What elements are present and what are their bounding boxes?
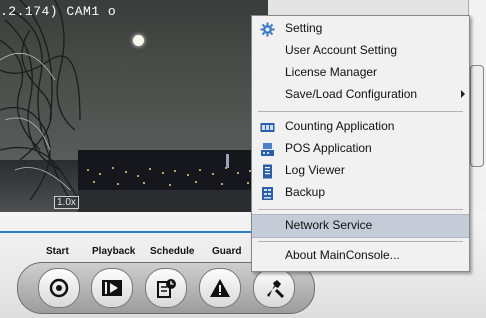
menu-item-pos[interactable]: POS Application bbox=[252, 138, 469, 160]
menu-item-counting[interactable]: Counting Application bbox=[252, 116, 469, 138]
menu-label-setting: Setting bbox=[285, 21, 323, 35]
accent-line bbox=[0, 231, 262, 233]
menu-item-save-load[interactable]: Save/Load Configuration bbox=[252, 84, 469, 106]
playback-label: Playback bbox=[92, 246, 136, 257]
menu-separator bbox=[258, 241, 463, 242]
menu-item-user-account[interactable]: User Account Setting bbox=[252, 40, 469, 62]
schedule-icon bbox=[157, 279, 176, 298]
gear-icon bbox=[260, 22, 275, 37]
menu-label-network-service: Network Service bbox=[285, 218, 373, 232]
menu-label-license: License Manager bbox=[285, 65, 378, 79]
zoom-level: 1.0x bbox=[54, 196, 79, 209]
menu-label-log-viewer: Log Viewer bbox=[285, 163, 345, 177]
city-skyline bbox=[78, 150, 268, 212]
camera-view[interactable]: .2.174) CAM1 o 1.0x bbox=[0, 0, 268, 212]
moon bbox=[133, 35, 144, 46]
menu-item-backup[interactable]: Backup bbox=[252, 182, 469, 204]
playback-icon bbox=[102, 280, 122, 296]
guard-button[interactable] bbox=[199, 268, 241, 308]
guard-label: Guard bbox=[212, 246, 242, 257]
guard-icon bbox=[210, 279, 230, 297]
start-button[interactable] bbox=[38, 268, 80, 308]
menu-label-user-account: User Account Setting bbox=[285, 43, 398, 57]
menu-label-about: About MainConsole... bbox=[285, 248, 400, 262]
playback-button[interactable] bbox=[91, 268, 133, 308]
menu-item-network-service[interactable]: Network Service bbox=[252, 214, 469, 238]
menu-separator bbox=[258, 111, 463, 112]
context-menu: Setting User Account Setting License Man… bbox=[251, 15, 470, 272]
menu-separator bbox=[258, 209, 463, 210]
menu-label-save-load: Save/Load Configuration bbox=[285, 87, 418, 101]
side-panel-handle[interactable] bbox=[470, 65, 484, 167]
schedule-button[interactable] bbox=[145, 268, 187, 308]
menu-item-setting[interactable]: Setting bbox=[252, 18, 469, 40]
menu-item-license[interactable]: License Manager bbox=[252, 62, 469, 84]
menu-item-about[interactable]: About MainConsole... bbox=[252, 245, 469, 267]
menu-item-log-viewer[interactable]: Log Viewer bbox=[252, 160, 469, 182]
start-icon bbox=[49, 278, 69, 298]
tools-button[interactable] bbox=[253, 268, 295, 308]
menu-label-backup: Backup bbox=[285, 185, 326, 199]
pos-icon bbox=[261, 143, 274, 156]
backup-icon bbox=[262, 187, 273, 200]
menu-label-pos: POS Application bbox=[285, 141, 372, 155]
tools-icon bbox=[267, 280, 285, 299]
schedule-label: Schedule bbox=[150, 246, 195, 257]
camera-title: .2.174) CAM1 o bbox=[0, 4, 117, 19]
counting-icon bbox=[260, 123, 275, 132]
submenu-arrow-icon bbox=[461, 90, 465, 98]
cable-tangle bbox=[0, 0, 86, 212]
start-label: Start bbox=[46, 246, 69, 257]
menu-label-counting: Counting Application bbox=[285, 119, 395, 133]
log-icon bbox=[263, 164, 272, 179]
